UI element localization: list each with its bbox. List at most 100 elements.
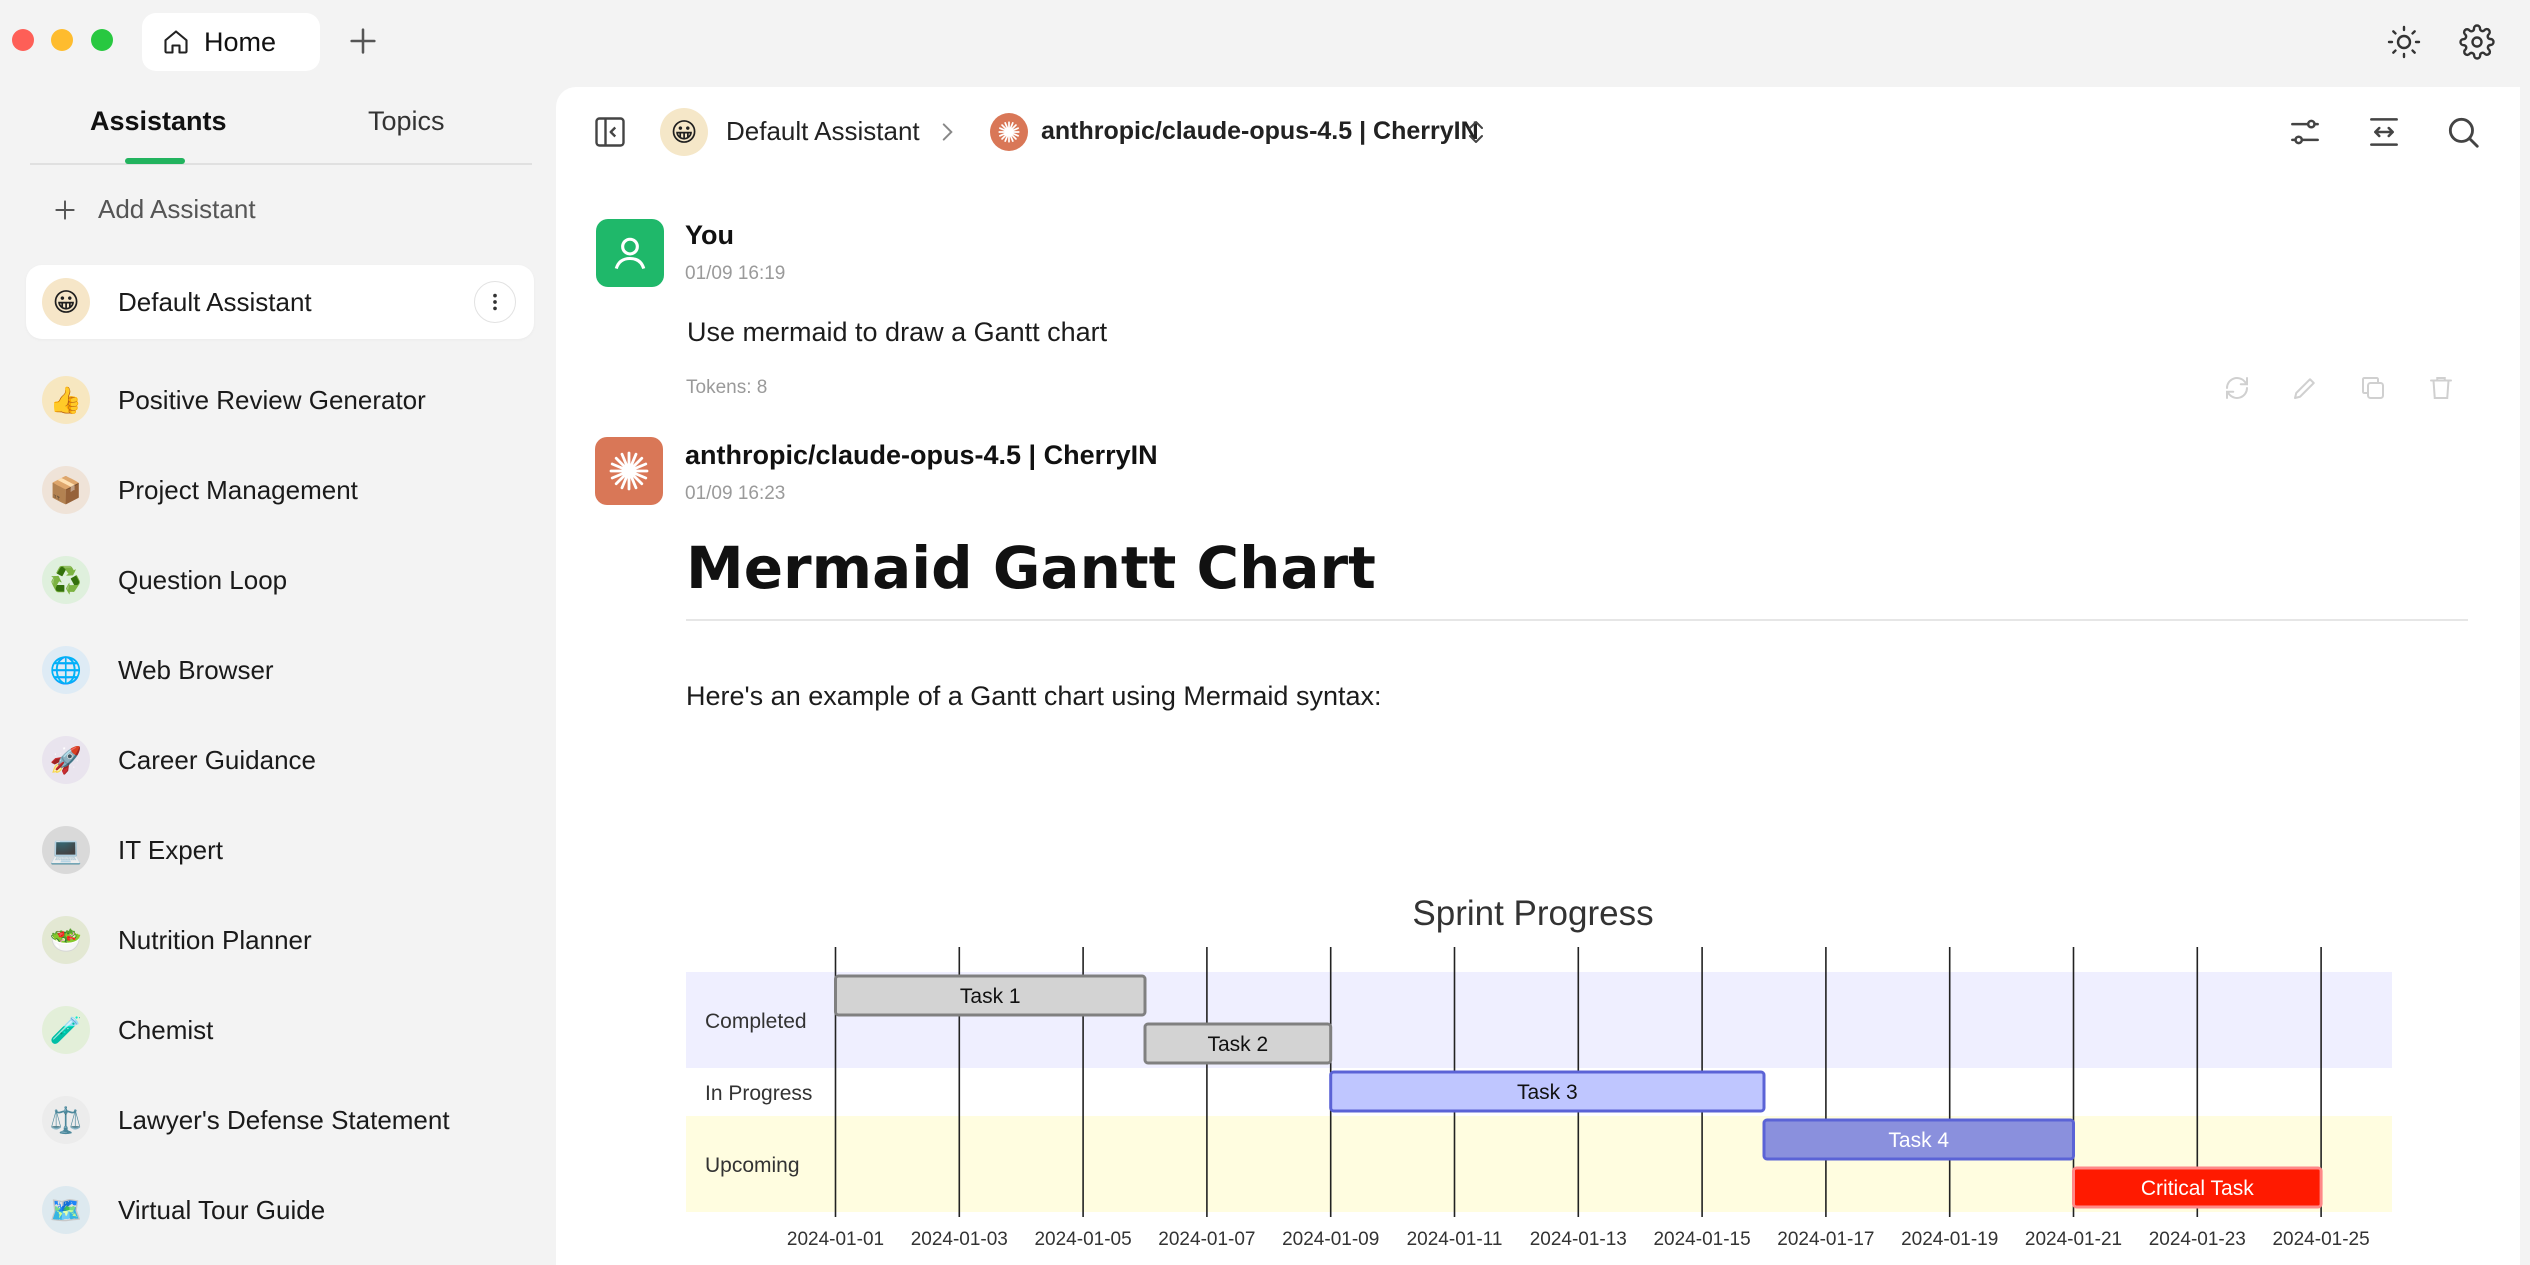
assistant-item-label: IT Expert — [118, 834, 224, 865]
search-icon[interactable] — [2444, 113, 2482, 151]
x-tick-label: 2024-01-03 — [911, 1229, 1008, 1250]
gantt-task-label: Task 4 — [1888, 1129, 1949, 1152]
model-avatar — [595, 437, 663, 505]
x-tick-label: 2024-01-15 — [1653, 1229, 1750, 1250]
toggle-sidebar-icon[interactable] — [592, 114, 628, 150]
assistant-emoji-icon: 👍 — [42, 376, 90, 424]
settings-sliders-icon[interactable] — [2286, 113, 2324, 151]
assistant-item-label: Question Loop — [118, 564, 288, 595]
theme-sun-icon[interactable] — [2386, 24, 2422, 60]
settings-gear-icon[interactable] — [2459, 24, 2495, 60]
assistant-item-label: Positive Review Generator — [118, 384, 426, 415]
assistant-emoji-icon: ⚖️ — [42, 1096, 90, 1144]
assistant-item-label: Nutrition Planner — [118, 924, 312, 955]
assistant-emoji-icon: 📦 — [42, 466, 90, 514]
section-label: Upcoming — [705, 1154, 800, 1177]
user-icon — [614, 237, 646, 270]
assistant-item[interactable]: 🚀 Career Guidance — [26, 715, 534, 805]
gantt-task-label: Task 1 — [960, 985, 1021, 1008]
response-heading: Mermaid Gantt Chart — [686, 534, 1376, 602]
assistant-item[interactable]: 😀 Default Assistant — [26, 265, 534, 339]
tab-assistants[interactable]: Assistants — [90, 106, 227, 137]
assistant-item-label: Lawyer's Defense Statement — [118, 1104, 450, 1135]
sidebar-tabs: Assistants Topics — [30, 84, 532, 165]
chevron-up-down-icon[interactable] — [1464, 115, 1488, 149]
assistant-item[interactable]: 🧪 Chemist — [26, 985, 534, 1075]
x-tick-label: 2024-01-05 — [1034, 1229, 1131, 1250]
close-window-button[interactable] — [12, 29, 34, 51]
maximize-window-button[interactable] — [91, 29, 113, 51]
new-tab-plus-icon[interactable] — [346, 24, 380, 58]
more-options-button[interactable] — [474, 281, 516, 323]
x-tick-label: 2024-01-01 — [787, 1229, 884, 1250]
assistant-item[interactable]: ♻️ Question Loop — [26, 535, 534, 625]
add-assistant-label: Add Assistant — [98, 194, 256, 224]
breadcrumb-assistant[interactable]: Default Assistant — [726, 116, 920, 147]
minimize-window-button[interactable] — [51, 29, 73, 51]
user-name: You — [685, 220, 734, 250]
model-name-label: anthropic/claude-opus-4.5 | CherryIN — [685, 440, 1158, 470]
assistant-item[interactable]: 👍 Positive Review Generator — [26, 355, 534, 445]
gantt-chart: Sprint Progress Completed In Progress Upcom… — [686, 894, 2392, 1250]
chevron-right-icon — [942, 123, 953, 141]
model-selector[interactable]: anthropic/claude-opus-4.5 | CherryIN — [1041, 117, 1479, 146]
assistant-emoji-icon: 😀 — [42, 278, 90, 326]
gantt-task-label: Task 2 — [1207, 1033, 1268, 1056]
copy-icon[interactable] — [2358, 373, 2388, 403]
assistant-item-label: Default Assistant — [118, 286, 312, 317]
gantt-task-label: Critical Task — [2141, 1177, 2254, 1200]
user-message-time: 01/09 16:19 — [685, 263, 786, 284]
chat-panel: 😀 Default Assistant anthropic/claude-opu… — [556, 87, 2520, 1265]
gantt-task-label: Task 3 — [1517, 1081, 1578, 1104]
edit-pencil-icon[interactable] — [2290, 373, 2320, 403]
x-tick-label: 2024-01-19 — [1901, 1229, 1998, 1250]
x-tick-label: 2024-01-09 — [1282, 1229, 1379, 1250]
assistant-list: 😀 Default Assistant 👍 Positive Review Gener… — [26, 265, 534, 1255]
user-avatar — [596, 219, 664, 287]
model-provider-icon — [990, 113, 1028, 151]
assistant-emoji-icon: 💻 — [42, 826, 90, 874]
user-message-text: Use mermaid to draw a Gantt chart — [687, 317, 1108, 347]
assistant-emoji-icon: 🌐 — [42, 646, 90, 694]
response-intro: Here's an example of a Gantt chart using… — [686, 681, 1382, 711]
assistant-item[interactable]: 📦 Project Management — [26, 445, 534, 535]
sidebar: Assistants Topics Add Assistant 😀 Default… — [0, 84, 556, 1265]
title-bar: Home — [0, 0, 2530, 84]
assistant-item[interactable]: 🌐 Web Browser — [26, 625, 534, 715]
claude-starburst-icon — [998, 121, 1020, 143]
assistant-item[interactable]: ⚖️ Lawyer's Defense Statement — [26, 1075, 534, 1165]
regenerate-icon[interactable] — [2222, 373, 2252, 403]
heading-divider — [686, 619, 2468, 621]
add-assistant-button[interactable]: Add Assistant — [52, 194, 256, 225]
section-label: Completed — [705, 1010, 807, 1033]
assistant-emoji-icon: 🧪 — [42, 1006, 90, 1054]
assistant-item[interactable]: 🗺️ Virtual Tour Guide — [26, 1165, 534, 1255]
tab-topics[interactable]: Topics — [368, 106, 445, 137]
assistant-item-label: Project Management — [118, 474, 358, 505]
expand-width-icon[interactable] — [2365, 113, 2403, 151]
assistant-item-label: Virtual Tour Guide — [118, 1194, 326, 1225]
model-message-time: 01/09 16:23 — [685, 483, 786, 504]
home-icon — [164, 30, 188, 54]
vertical-dots-icon — [493, 293, 497, 311]
x-tick-label: 2024-01-07 — [1158, 1229, 1255, 1250]
x-tick-label: 2024-01-25 — [2272, 1229, 2369, 1250]
assistant-emoji-icon: 🥗 — [42, 916, 90, 964]
x-tick-label: 2024-01-17 — [1777, 1229, 1874, 1250]
assistant-avatar: 😀 — [660, 108, 708, 156]
chat-header: 😀 Default Assistant anthropic/claude-opu… — [556, 87, 2520, 177]
user-message-tokens: Tokens: 8 — [686, 377, 768, 398]
tab-home-label: Home — [204, 26, 277, 57]
assistant-item[interactable]: 🥗 Nutrition Planner — [26, 895, 534, 985]
assistant-emoji-icon: 🗺️ — [42, 1186, 90, 1234]
assistant-item-label: Web Browser — [118, 654, 274, 685]
section-label: In Progress — [705, 1082, 812, 1105]
delete-trash-icon[interactable] — [2426, 373, 2456, 403]
active-tab-indicator — [125, 158, 185, 164]
assistant-item[interactable]: 💻 IT Expert — [26, 805, 534, 895]
assistant-item-label: Chemist — [118, 1014, 214, 1045]
tab-home[interactable]: Home — [142, 13, 320, 71]
assistant-emoji-icon: 🚀 — [42, 736, 90, 784]
plus-icon — [55, 199, 75, 220]
x-tick-label: 2024-01-11 — [1407, 1229, 1503, 1250]
